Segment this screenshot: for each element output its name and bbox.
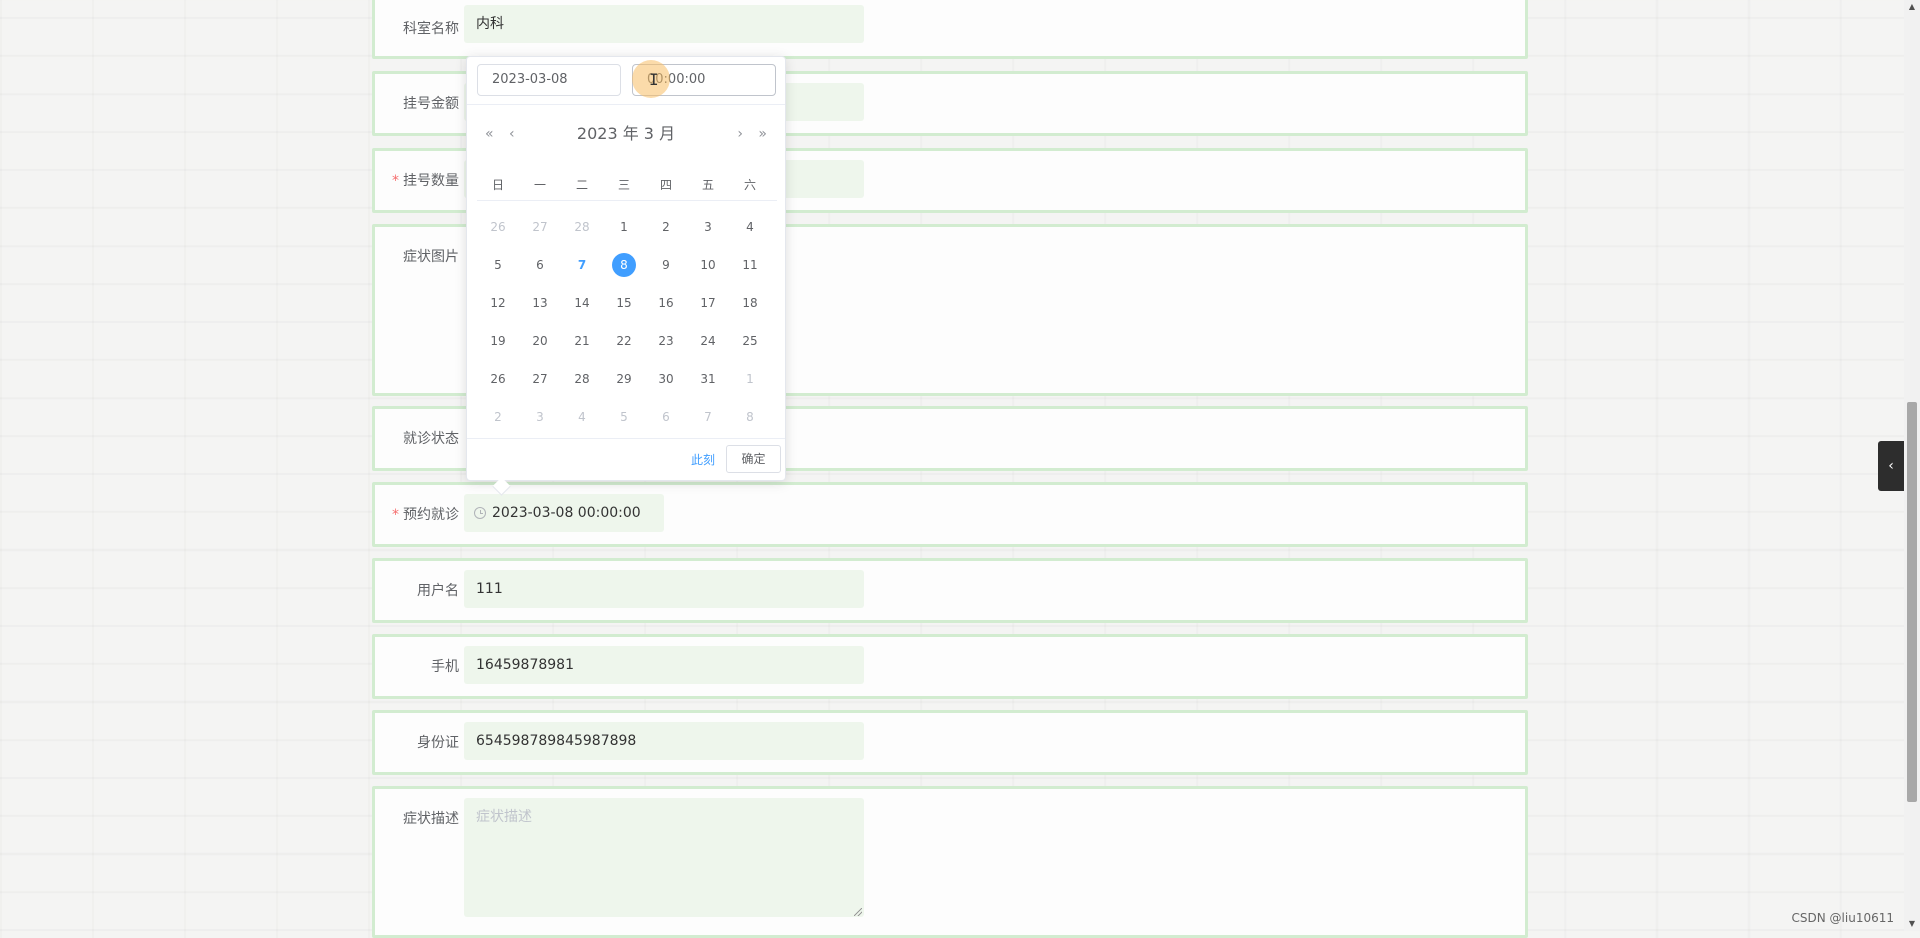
- username-field[interactable]: 111: [464, 570, 864, 608]
- calendar-day[interactable]: 1: [603, 212, 645, 242]
- calendar-day[interactable]: 13: [519, 288, 561, 318]
- weekday-label: 五: [701, 178, 714, 192]
- calendar-day-selected[interactable]: 8: [603, 250, 645, 280]
- calendar-day[interactable]: 31: [687, 364, 729, 394]
- picker-header: « ‹ 2023 年 3 月 › »: [467, 119, 785, 149]
- weekday-label: 四: [659, 178, 672, 192]
- username-label: 用户名: [417, 583, 459, 599]
- phone-label: 手机: [431, 659, 459, 675]
- calendar-day[interactable]: 26: [477, 212, 519, 242]
- side-panel-toggle[interactable]: ‹: [1878, 441, 1904, 491]
- next-month-icon[interactable]: ›: [737, 119, 743, 149]
- calendar-day[interactable]: 30: [645, 364, 687, 394]
- weekday-label: 一: [533, 178, 546, 192]
- calendar-day[interactable]: 9: [645, 250, 687, 280]
- calendar-day[interactable]: 20: [519, 326, 561, 356]
- appointment-datetime-field[interactable]: 2023-03-08 00:00:00: [464, 494, 664, 532]
- calendar-day[interactable]: 7: [687, 402, 729, 432]
- next-year-icon[interactable]: »: [758, 119, 767, 149]
- calendar-day[interactable]: 8: [729, 402, 771, 432]
- calendar-week-row: 12 13 14 15 16 17 18: [477, 288, 777, 318]
- row-appointment: * 预约就诊 2023-03-08 00:00:00: [372, 482, 1528, 547]
- calendar-week-row: 5 6 7 8 9 10 11: [477, 250, 777, 280]
- row-username: 用户名 111: [372, 558, 1528, 623]
- calendar-day[interactable]: 26: [477, 364, 519, 394]
- dept-label: 科室名称: [403, 21, 459, 37]
- watermark: CSDN @liu10611: [1791, 911, 1894, 925]
- weekday-label: 日: [491, 178, 504, 192]
- calendar-day[interactable]: 28: [561, 364, 603, 394]
- calendar-day-today[interactable]: 7: [561, 250, 603, 280]
- calendar-day[interactable]: 11: [729, 250, 771, 280]
- chevron-left-icon: ‹: [1888, 458, 1894, 474]
- scroll-up-icon[interactable]: ▲: [1904, 0, 1920, 14]
- confirm-button[interactable]: 确定: [726, 445, 781, 473]
- phone-field[interactable]: 16459878981: [464, 646, 864, 684]
- calendar-day[interactable]: 24: [687, 326, 729, 356]
- datetime-picker: 2023-03-08 00:00:00 I « ‹ 2023 年 3 月 › »…: [466, 56, 786, 481]
- calendar-day[interactable]: 6: [645, 402, 687, 432]
- calendar-day[interactable]: 21: [561, 326, 603, 356]
- weekday-label: 三: [617, 178, 630, 192]
- calendar-day[interactable]: 27: [519, 212, 561, 242]
- calendar-day[interactable]: 25: [729, 326, 771, 356]
- page-scrollbar[interactable]: ▲ ▼: [1904, 0, 1920, 931]
- calendar-day[interactable]: 10: [687, 250, 729, 280]
- weekday-label: 二: [575, 178, 588, 192]
- weekday-header: 日 一 二 三 四 五 六: [477, 170, 777, 201]
- calendar-day[interactable]: 27: [519, 364, 561, 394]
- row-symptom: 症状描述 症状描述: [372, 786, 1528, 938]
- calendar-day[interactable]: 14: [561, 288, 603, 318]
- calendar-day[interactable]: 4: [729, 212, 771, 242]
- calendar-day[interactable]: 15: [603, 288, 645, 318]
- required-mark: *: [392, 507, 399, 523]
- status-label: 就诊状态: [403, 431, 459, 447]
- appointment-label: * 预约就诊: [392, 507, 459, 523]
- calendar-day[interactable]: 2: [645, 212, 687, 242]
- dept-field[interactable]: 内科: [464, 5, 864, 43]
- clock-icon: [474, 507, 486, 519]
- calendar-week-row: 26 27 28 29 30 31 1: [477, 364, 777, 394]
- symptom-textarea[interactable]: 症状描述: [464, 798, 864, 917]
- text-cursor-icon: I: [649, 70, 659, 89]
- row-dept: 科室名称 内科: [372, 0, 1528, 59]
- weekday-label: 六: [743, 178, 756, 192]
- calendar-week-row: 26 27 28 1 2 3 4: [477, 212, 777, 242]
- calendar-day[interactable]: 4: [561, 402, 603, 432]
- calendar-day[interactable]: 3: [519, 402, 561, 432]
- resize-grip-icon[interactable]: [854, 908, 862, 916]
- calendar-day[interactable]: 5: [477, 250, 519, 280]
- image-label: 症状图片: [403, 249, 459, 265]
- scroll-thumb[interactable]: [1907, 402, 1917, 802]
- calendar-week-row: 2345678: [477, 402, 777, 432]
- calendar-day[interactable]: 5: [603, 402, 645, 432]
- row-idcard: 身份证 654598789845987898: [372, 710, 1528, 775]
- picker-date-input[interactable]: 2023-03-08: [477, 64, 621, 96]
- required-mark: *: [392, 173, 399, 189]
- calendar-day[interactable]: 2: [477, 402, 519, 432]
- scroll-down-icon[interactable]: ▼: [1904, 917, 1920, 931]
- calendar-day[interactable]: 29: [603, 364, 645, 394]
- calendar-day[interactable]: 22: [603, 326, 645, 356]
- calendar-day[interactable]: 19: [477, 326, 519, 356]
- idcard-label: 身份证: [417, 735, 459, 751]
- calendar-day[interactable]: 6: [519, 250, 561, 280]
- now-button[interactable]: 此刻: [691, 451, 715, 468]
- calendar-day[interactable]: 17: [687, 288, 729, 318]
- calendar-day[interactable]: 23: [645, 326, 687, 356]
- row-phone: 手机 16459878981: [372, 634, 1528, 699]
- divider: [467, 104, 785, 105]
- fee-label: 挂号金额: [403, 96, 459, 112]
- calendar-week-row: 19 20 21 22 23 24 25: [477, 326, 777, 356]
- calendar-day[interactable]: 16: [645, 288, 687, 318]
- symptom-label: 症状描述: [403, 811, 459, 827]
- calendar-day[interactable]: 12: [477, 288, 519, 318]
- calendar-day[interactable]: 18: [729, 288, 771, 318]
- idcard-field[interactable]: 654598789845987898: [464, 722, 864, 760]
- quantity-label: * 挂号数量: [392, 173, 459, 189]
- calendar-day[interactable]: 3: [687, 212, 729, 242]
- calendar-day[interactable]: 28: [561, 212, 603, 242]
- picker-footer: 此刻 确定: [467, 438, 785, 480]
- calendar-day[interactable]: 1: [729, 364, 771, 394]
